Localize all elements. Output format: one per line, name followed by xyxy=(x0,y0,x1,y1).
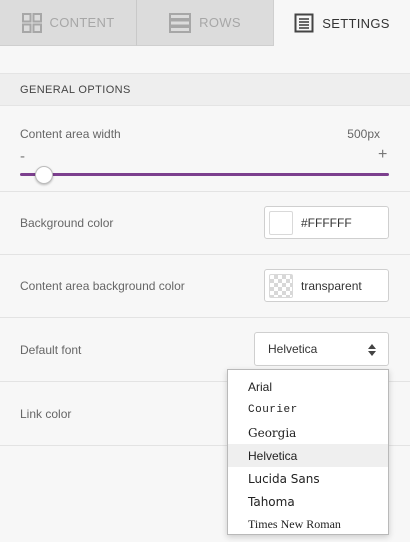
section-title: GENERAL OPTIONS xyxy=(20,83,131,96)
rows-icon xyxy=(169,12,192,33)
font-option-times-new-roman[interactable]: Times New Roman xyxy=(228,513,388,536)
grid-icon xyxy=(21,12,42,33)
font-option-courier[interactable]: Courier xyxy=(228,398,388,421)
font-option-arial[interactable]: Arial xyxy=(228,375,388,398)
tab-rows-label: ROWS xyxy=(199,15,241,30)
tab-settings-label: SETTINGS xyxy=(322,15,390,31)
select-caret-icon xyxy=(367,343,377,360)
link-color-label: Link color xyxy=(20,407,72,421)
background-color-value: #FFFFFF xyxy=(301,215,352,230)
settings-document-icon xyxy=(294,13,314,33)
transparent-swatch[interactable] xyxy=(269,273,293,298)
default-font-value: Helvetica xyxy=(268,342,318,356)
content-width-label: Content area width xyxy=(20,127,121,141)
tab-settings[interactable]: SETTINGS xyxy=(273,0,410,46)
tab-content[interactable]: CONTENT xyxy=(0,0,137,46)
content-width-row xyxy=(0,106,410,192)
default-font-select[interactable]: Helvetica xyxy=(254,332,389,366)
background-color-label: Background color xyxy=(20,216,114,230)
tab-content-label: CONTENT xyxy=(49,15,115,30)
content-background-field[interactable]: transparent xyxy=(264,269,389,302)
tab-bar: CONTENT ROWS SETTINGS xyxy=(0,0,410,46)
font-option-georgia[interactable]: Georgia xyxy=(228,421,388,444)
background-color-swatch[interactable] xyxy=(269,210,293,235)
increase-width-button[interactable]: + xyxy=(378,146,387,164)
default-font-label: Default font xyxy=(20,343,82,357)
width-slider-track[interactable] xyxy=(20,173,389,176)
width-slider-handle[interactable] xyxy=(35,166,53,184)
font-dropdown-menu: Arial Courier Georgia Helvetica Lucida S… xyxy=(227,369,389,535)
font-option-tahoma[interactable]: Tahoma xyxy=(228,490,388,513)
content-width-value: 500px xyxy=(347,127,380,141)
content-background-value: transparent xyxy=(301,278,362,293)
font-option-lucida-sans[interactable]: Lucida Sans xyxy=(228,467,388,490)
decrease-width-button[interactable]: - xyxy=(20,148,25,165)
section-header: GENERAL OPTIONS xyxy=(0,73,410,106)
tab-rows[interactable]: ROWS xyxy=(137,0,273,46)
font-option-helvetica[interactable]: Helvetica xyxy=(228,444,388,467)
background-color-field[interactable]: #FFFFFF xyxy=(264,206,389,239)
content-background-label: Content area background color xyxy=(20,279,185,293)
